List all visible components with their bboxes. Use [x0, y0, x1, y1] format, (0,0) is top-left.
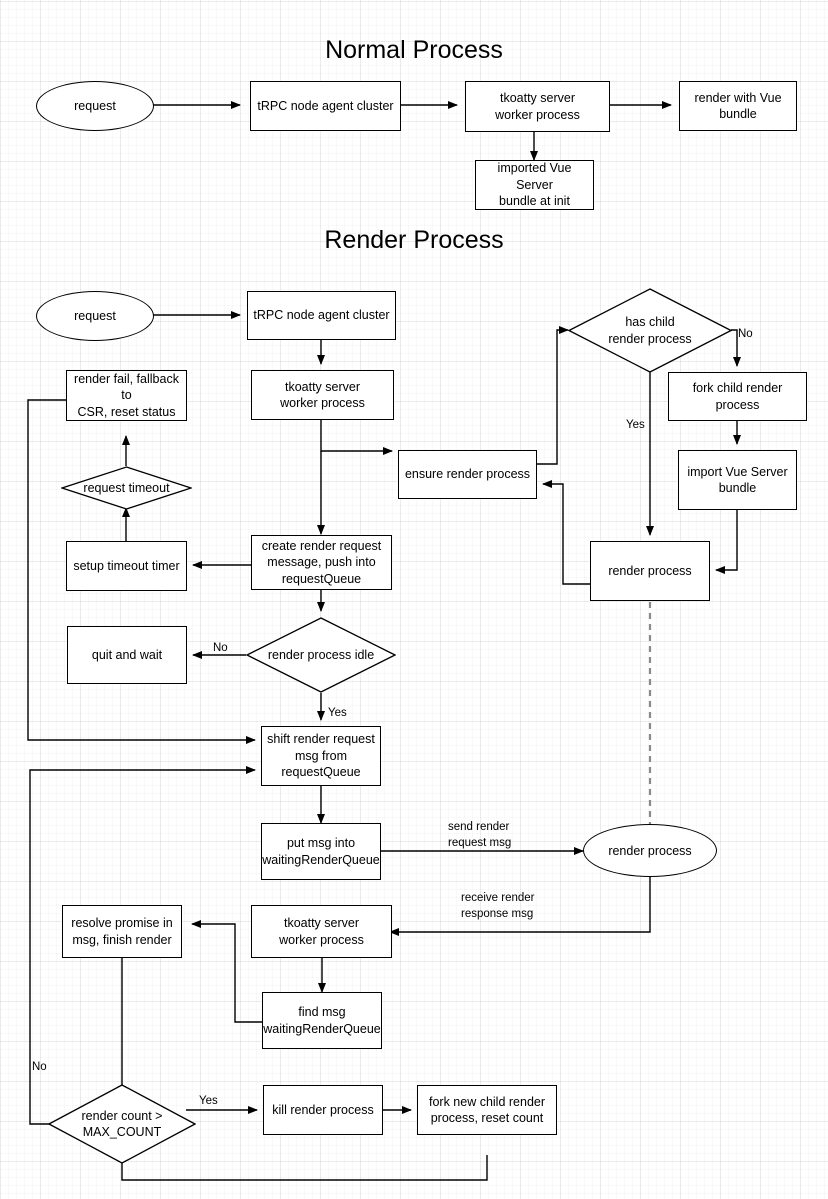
node-quit-and-wait[interactable]: quit and wait: [67, 626, 187, 684]
edge-label-send-render-request: send render request msg: [448, 821, 512, 849]
node-put-msg-waiting-queue[interactable]: put msg into waitingRenderQueue: [261, 823, 381, 880]
node-shift-render-request[interactable]: shift render request msg from requestQue…: [261, 726, 381, 786]
node-render-count-check[interactable]: render count > MAX_COUNT: [48, 1084, 196, 1164]
node-fork-child-render-process[interactable]: fork child render process: [668, 372, 807, 421]
node-trpc-cluster-render[interactable]: tRPC node agent cluster: [247, 291, 396, 340]
node-import-vue-server-bundle[interactable]: import Vue Server bundle: [678, 450, 797, 510]
node-trpc-cluster-normal[interactable]: tRPC node agent cluster: [250, 81, 401, 131]
edge-label-yes-idle: Yes: [328, 707, 347, 719]
node-request-timeout[interactable]: request timeout: [61, 466, 192, 510]
node-setup-timeout-timer[interactable]: setup timeout timer: [66, 541, 187, 591]
node-ensure-render-process[interactable]: ensure render process: [398, 450, 537, 499]
node-resolve-promise[interactable]: resolve promise in msg, finish render: [62, 905, 182, 958]
render-process-title: Render Process: [324, 226, 504, 254]
node-tkoatty-worker-response[interactable]: tkoatty server worker process: [251, 905, 392, 958]
edge-label-no-count: No: [32, 1061, 47, 1073]
edge-label-no-idle: No: [213, 642, 228, 654]
node-render-with-vue-bundle[interactable]: render with Vue bundle: [679, 81, 797, 131]
node-request-normal[interactable]: request: [36, 81, 154, 131]
node-render-process-box[interactable]: render process: [590, 541, 710, 601]
edge-label-no-has-child: No: [738, 328, 753, 340]
node-render-process-idle[interactable]: render process idle: [246, 617, 396, 693]
edge-label-receive-render-response: receive render response msg: [461, 892, 535, 920]
node-tkoatty-worker-render[interactable]: tkoatty server worker process: [251, 370, 394, 420]
node-kill-render-process[interactable]: kill render process: [263, 1085, 383, 1135]
node-render-process-ellipse[interactable]: render process: [583, 824, 717, 877]
edge-label-yes-count: Yes: [199, 1095, 218, 1107]
flowchart-canvas: Normal Process Render Process request tR…: [0, 0, 828, 1199]
node-render-fail-fallback[interactable]: render fail, fallback to CSR, reset stat…: [66, 370, 187, 421]
edge-label-yes-has-child: Yes: [626, 419, 645, 431]
node-fork-new-child-render[interactable]: fork new child render process, reset cou…: [417, 1085, 557, 1135]
node-find-msg-waiting-queue[interactable]: find msg waitingRenderQueue: [262, 992, 382, 1049]
node-request-render[interactable]: request: [36, 291, 154, 341]
normal-process-title: Normal Process: [325, 36, 503, 64]
node-has-child-render-process[interactable]: has child render process: [568, 288, 732, 373]
node-tkoatty-worker-normal[interactable]: tkoatty server worker process: [465, 81, 610, 132]
node-create-render-request-msg[interactable]: create render request message, push into…: [251, 535, 392, 590]
node-imported-vue-server-bundle[interactable]: imported Vue Server bundle at init: [475, 160, 594, 210]
